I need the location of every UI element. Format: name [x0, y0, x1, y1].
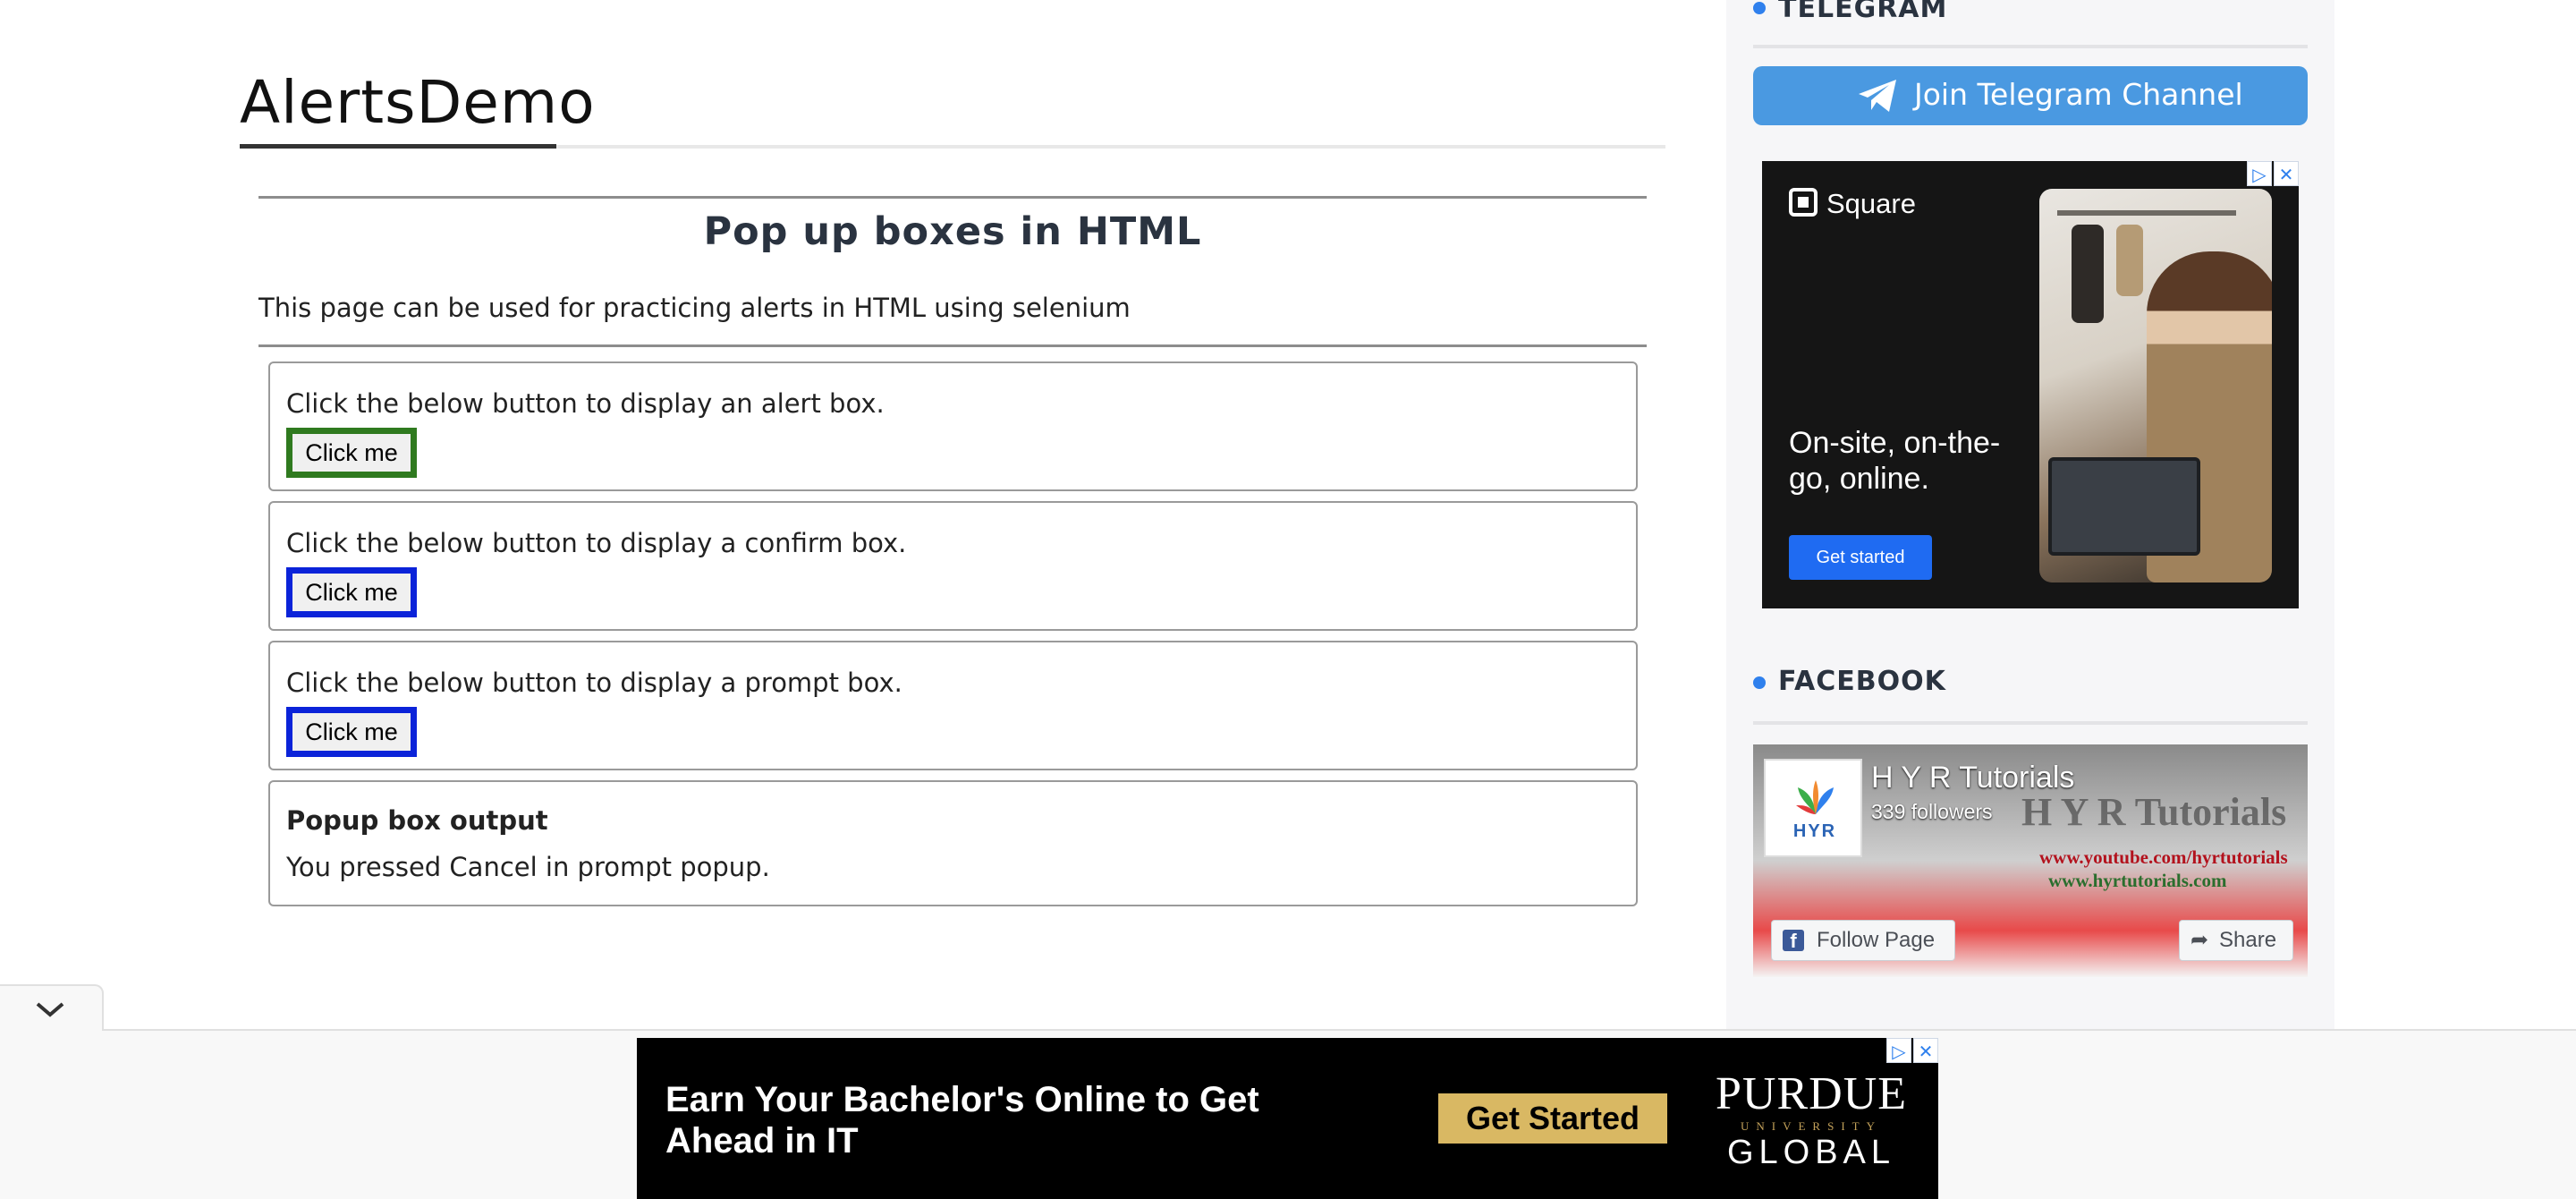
share-icon: ➦	[2190, 928, 2209, 952]
fb-follower-count: 339 followers	[1871, 800, 1993, 823]
bullet-dot-icon	[1753, 676, 1766, 689]
join-telegram-label: Join Telegram Channel	[1914, 77, 2243, 112]
divider-top	[258, 196, 1647, 199]
ad-get-started-button[interactable]: Get started	[1789, 535, 1932, 580]
popup-output-section: Popup box output You pressed Cancel in p…	[268, 780, 1638, 906]
output-title: Popup box output	[286, 805, 548, 836]
alert-button[interactable]: Click me	[286, 428, 417, 478]
ad-headline: On-site, on-the-go, online.	[1789, 426, 2001, 496]
intro-text: This page can be used for practicing ale…	[258, 293, 1131, 323]
purdue-logo: PURDUE UNIVERSITY GLOBAL	[1715, 1068, 1908, 1171]
purdue-ad[interactable]: Earn Your Bachelor's Online to Get Ahead…	[637, 1038, 1938, 1199]
chevron-down-icon	[36, 1002, 64, 1017]
page-title: AlertsDemo	[240, 68, 596, 137]
main-content: AlertsDemo Pop up boxes in HTML This pag…	[0, 0, 1726, 1199]
alert-box-section: Click the below button to display an ale…	[268, 361, 1638, 491]
divider-bottom	[258, 344, 1647, 347]
adchoices-icon[interactable]: ▷	[2247, 161, 2272, 186]
hyr-logo-text: HYR	[1792, 821, 1837, 841]
bullet-dot-icon	[1753, 2, 1766, 14]
square-logo-icon	[1789, 188, 1818, 217]
ad-get-started-button[interactable]: Get Started	[1438, 1093, 1667, 1144]
confirm-button[interactable]: Click me	[286, 567, 417, 617]
close-icon[interactable]: ✕	[2274, 161, 2299, 186]
hyr-logo-icon	[1796, 780, 1834, 814]
adchoices-icon[interactable]: ▷	[1886, 1038, 1911, 1063]
ad-photo	[2039, 189, 2272, 582]
alert-box-text: Click the below button to display an ale…	[286, 388, 885, 419]
prompt-button[interactable]: Click me	[286, 707, 417, 757]
square-ad[interactable]: Square On-site, on-the-go, online. Get s…	[1762, 161, 2299, 608]
prompt-box-text: Click the below button to display a prom…	[286, 668, 902, 698]
sidebar: TELEGRAM Join Telegram Channel Square On…	[1726, 0, 2334, 1029]
close-icon[interactable]: ✕	[1913, 1038, 1938, 1063]
prompt-box-section: Click the below button to display a prom…	[268, 641, 1638, 770]
telegram-icon	[1859, 80, 1896, 112]
follow-page-button[interactable]: f Follow Page	[1771, 920, 1955, 961]
avatar[interactable]: HYR	[1764, 759, 1862, 857]
facebook-rule	[1753, 721, 2308, 725]
fb-banner-url: www.hyrtutorials.com	[2048, 870, 2227, 891]
section-heading: Pop up boxes in HTML	[703, 209, 1202, 254]
facebook-page-card[interactable]: H Y R Tutorials www.youtube.com/hyrtutor…	[1753, 744, 2308, 977]
square-brand: Square	[1789, 188, 1916, 220]
ad-message: Earn Your Bachelor's Online to Get Ahead…	[665, 1080, 1259, 1161]
facebook-icon: f	[1783, 930, 1804, 952]
confirm-box-section: Click the below button to display a conf…	[268, 501, 1638, 631]
fb-banner-title: H Y R Tutorials	[2021, 790, 2287, 834]
telegram-rule	[1753, 45, 2308, 48]
fb-page-name[interactable]: H Y R Tutorials	[1871, 761, 2074, 795]
share-button[interactable]: ➦ Share	[2179, 920, 2293, 961]
fb-banner-url: www.youtube.com/hyrtutorials	[2039, 846, 2288, 868]
title-wrap: AlertsDemo	[240, 63, 1665, 149]
confirm-box-text: Click the below button to display a conf…	[286, 528, 907, 558]
title-underline	[240, 144, 556, 149]
collapse-ad-toggle[interactable]	[0, 984, 104, 1031]
join-telegram-button[interactable]: Join Telegram Channel	[1753, 66, 2308, 125]
output-text: You pressed Cancel in prompt popup.	[286, 852, 770, 882]
